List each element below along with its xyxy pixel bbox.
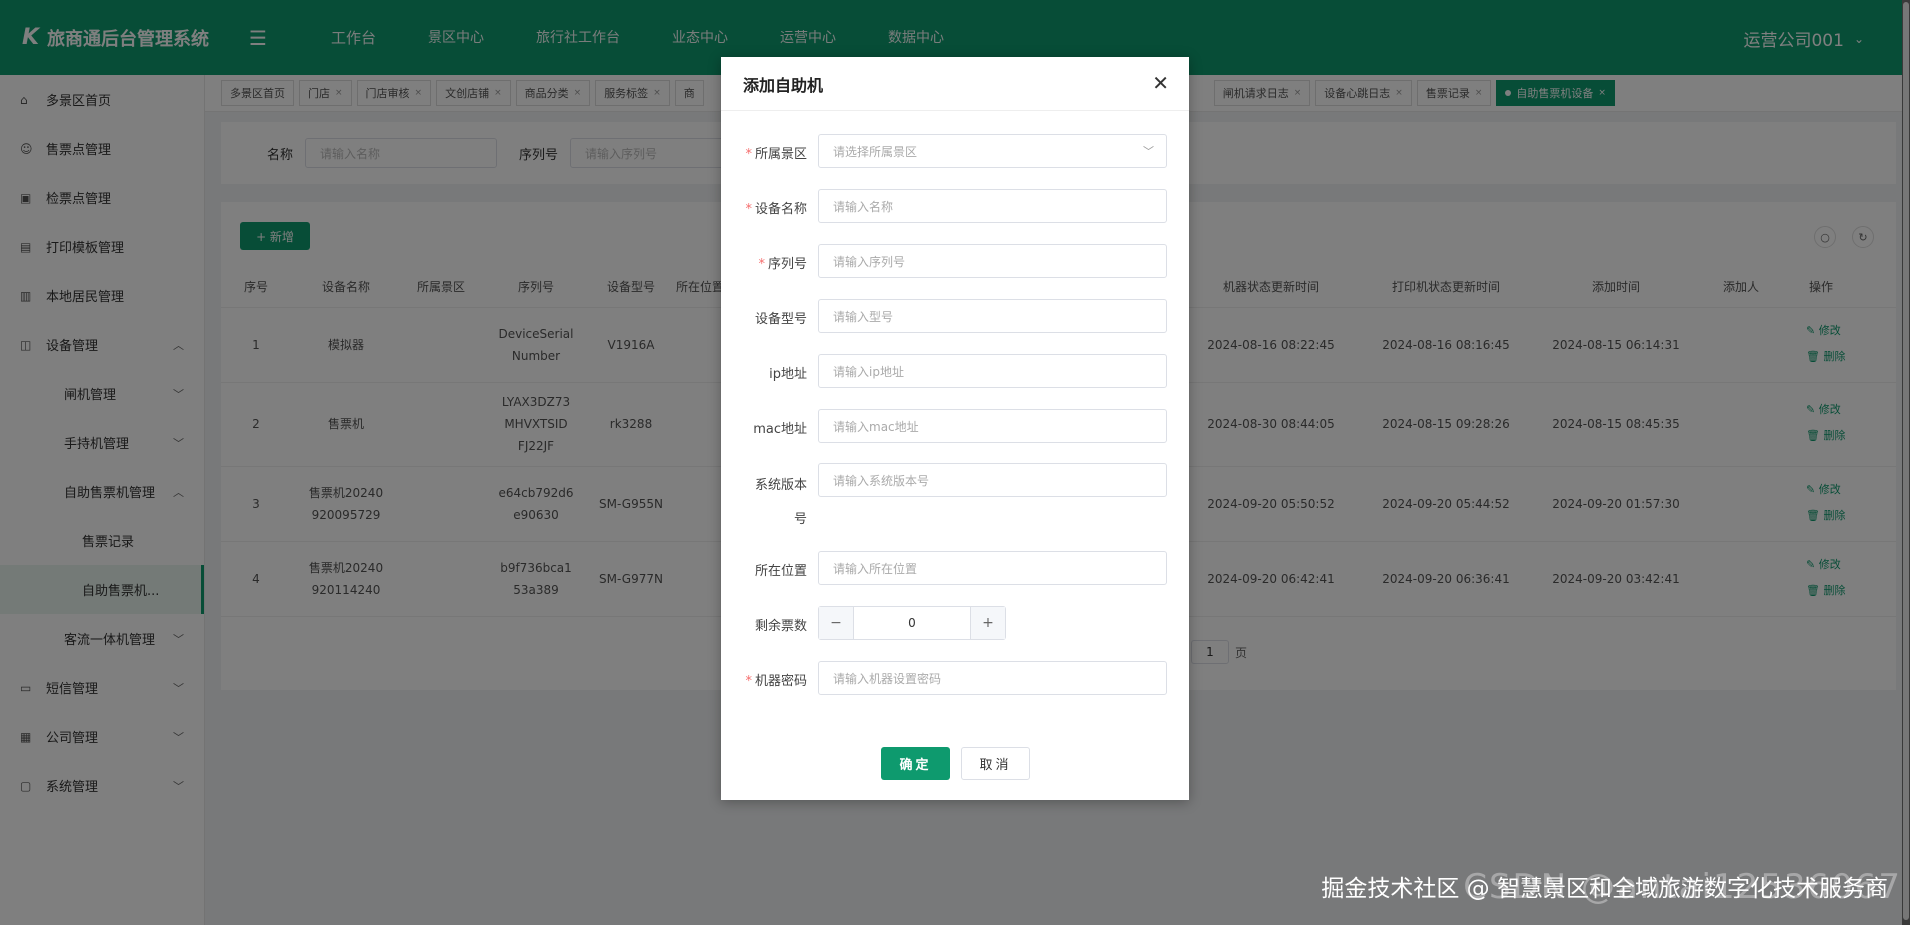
location-input[interactable]: 请输入所在位置 — [818, 551, 1167, 585]
os-version-input[interactable]: 请输入系统版本号 — [818, 463, 1167, 497]
device-name-label: * 设备名称 — [745, 202, 807, 217]
scenic-select[interactable]: 请选择所属景区 ﹀ — [818, 134, 1167, 168]
mac-label: mac地址 — [753, 422, 807, 437]
juejin-watermark: 掘金技术社区 @ 智慧景区和全域旅游数字化技术服务商 — [1321, 876, 1888, 902]
remaining-stepper: − 0 + — [818, 606, 1006, 640]
cancel-button[interactable]: 取消 — [961, 747, 1030, 780]
model-label: 设备型号 — [754, 312, 807, 327]
confirm-button[interactable]: 确定 — [881, 747, 950, 780]
device-name-input[interactable]: 请输入名称 — [818, 189, 1167, 223]
close-icon[interactable]: ✕ — [1152, 71, 1169, 95]
remaining-label: 剩余票数 — [754, 619, 807, 634]
os-version-label: 系统版本号 — [754, 478, 807, 527]
ip-input[interactable]: 请输入ip地址 — [818, 354, 1167, 388]
remaining-value[interactable]: 0 — [853, 607, 971, 639]
mac-input[interactable]: 请输入mac地址 — [818, 409, 1167, 443]
model-input[interactable]: 请输入型号 — [818, 299, 1167, 333]
page-scrollbar[interactable] — [1902, 0, 1910, 925]
add-kiosk-dialog: 添加自助机 ✕ * 所属景区 请选择所属景区 ﹀ * 设备名称 请输入名称 * 序列号 … — [721, 57, 1189, 800]
ip-label: ip地址 — [769, 367, 807, 382]
dialog-header: 添加自助机 ✕ — [721, 57, 1189, 111]
minus-icon[interactable]: − — [819, 607, 853, 639]
plus-icon[interactable]: + — [971, 607, 1005, 639]
password-label: * 机器密码 — [745, 674, 807, 689]
password-input[interactable]: 请输入机器设置密码 — [818, 661, 1167, 695]
dialog-title: 添加自助机 — [743, 75, 824, 95]
scenic-label: * 所属景区 — [745, 147, 807, 162]
location-label: 所在位置 — [754, 564, 807, 579]
serial-input[interactable]: 请输入序列号 — [818, 244, 1167, 278]
scrollbar-thumb[interactable] — [1903, 2, 1909, 920]
chevron-down-icon: ﹀ — [1143, 145, 1154, 158]
serial-field-label: * 序列号 — [758, 257, 807, 272]
